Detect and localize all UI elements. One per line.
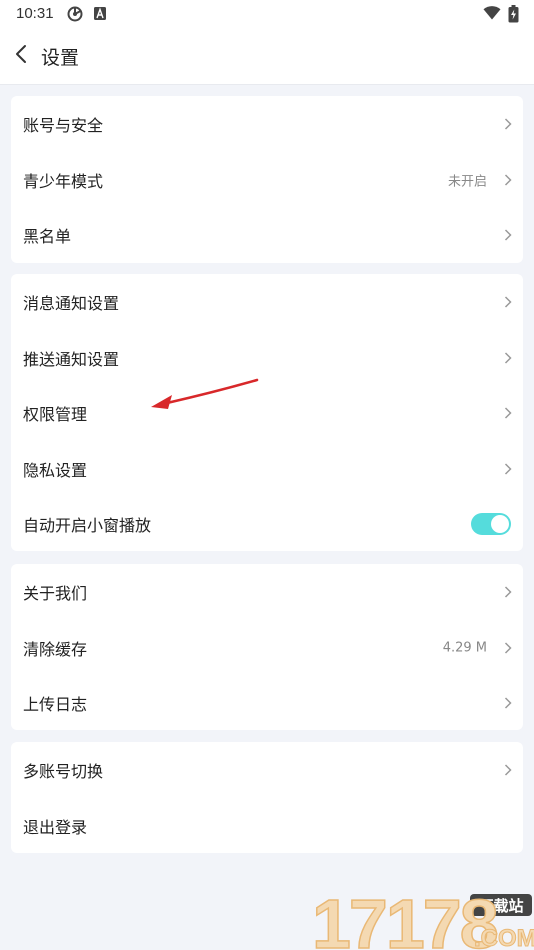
watermark-brand: 17178 [312,886,497,950]
chevron-right-icon [504,585,512,598]
chevron-right-icon [504,641,512,654]
row-label: 隐私设置 [23,460,88,480]
row-label: 账号与安全 [23,115,104,135]
chevron-right-icon [504,406,512,419]
chevron-right-icon [504,696,512,709]
a-badge-icon [94,7,106,20]
row-label: 清除缓存 [23,639,88,659]
row-upload-logs[interactable]: 上传日志 [11,675,523,730]
page-title: 设置 [41,47,80,69]
chevron-right-icon [504,295,512,308]
row-message-notification[interactable]: 消息通知设置 [11,274,523,329]
row-switch-account[interactable]: 多账号切换 [11,742,523,797]
row-logout[interactable]: 退出登录 [11,798,523,853]
wifi-icon [483,6,501,20]
site-watermark: 下载站 17178 .COM [312,886,534,950]
row-account-security[interactable]: 账号与安全 [11,96,523,151]
status-bar: 10:31 [0,0,534,28]
row-label: 青少年模式 [23,171,104,191]
row-push-notification[interactable]: 推送通知设置 [11,330,523,385]
app-header: 设置 [0,28,534,85]
cache-size: 4.29 M [442,640,487,655]
sync-icon [67,6,83,22]
row-label: 消息通知设置 [23,293,120,313]
row-privacy-settings[interactable]: 隐私设置 [11,441,523,496]
chevron-right-icon [504,173,512,186]
chevron-right-icon [504,351,512,364]
watermark-logo-icon: 下载站 17178 .COM [312,886,534,950]
row-label: 多账号切换 [23,761,104,781]
battery-charging-icon [508,5,519,23]
settings-group-notifications: 消息通知设置 推送通知设置 权限管理 隐私设置 自动开启小窗播放 [11,274,523,551]
settings-group-about: 关于我们 清除缓存 4.29 M 上传日志 [11,564,523,730]
chevron-left-icon[interactable] [10,42,34,66]
auto-pip-toggle[interactable] [471,512,511,535]
chevron-right-icon [504,228,512,241]
row-auto-pip: 自动开启小窗播放 [11,496,523,551]
toggle-knob [491,514,509,533]
row-label: 黑名单 [23,226,72,246]
row-label: 上传日志 [23,694,88,714]
row-blacklist[interactable]: 黑名单 [11,207,523,262]
row-label: 关于我们 [23,583,88,603]
settings-group-account: 账号与安全 青少年模式 未开启 黑名单 [11,96,523,263]
chevron-right-icon [504,763,512,776]
status-time: 10:31 [16,5,54,22]
row-label: 自动开启小窗播放 [23,515,152,535]
row-permission-management[interactable]: 权限管理 [11,385,523,440]
row-label: 推送通知设置 [23,349,120,369]
row-about-us[interactable]: 关于我们 [11,564,523,619]
watermark-domain: .COM [474,925,534,950]
teen-mode-status: 未开启 [447,174,487,189]
row-label: 权限管理 [23,404,88,424]
chevron-right-icon [504,462,512,475]
row-teen-mode[interactable]: 青少年模式 未开启 [11,152,523,207]
settings-group-accounts: 多账号切换 退出登录 [11,742,523,853]
row-label: 退出登录 [23,817,88,837]
row-clear-cache[interactable]: 清除缓存 4.29 M [11,620,523,675]
chevron-right-icon [504,117,512,130]
